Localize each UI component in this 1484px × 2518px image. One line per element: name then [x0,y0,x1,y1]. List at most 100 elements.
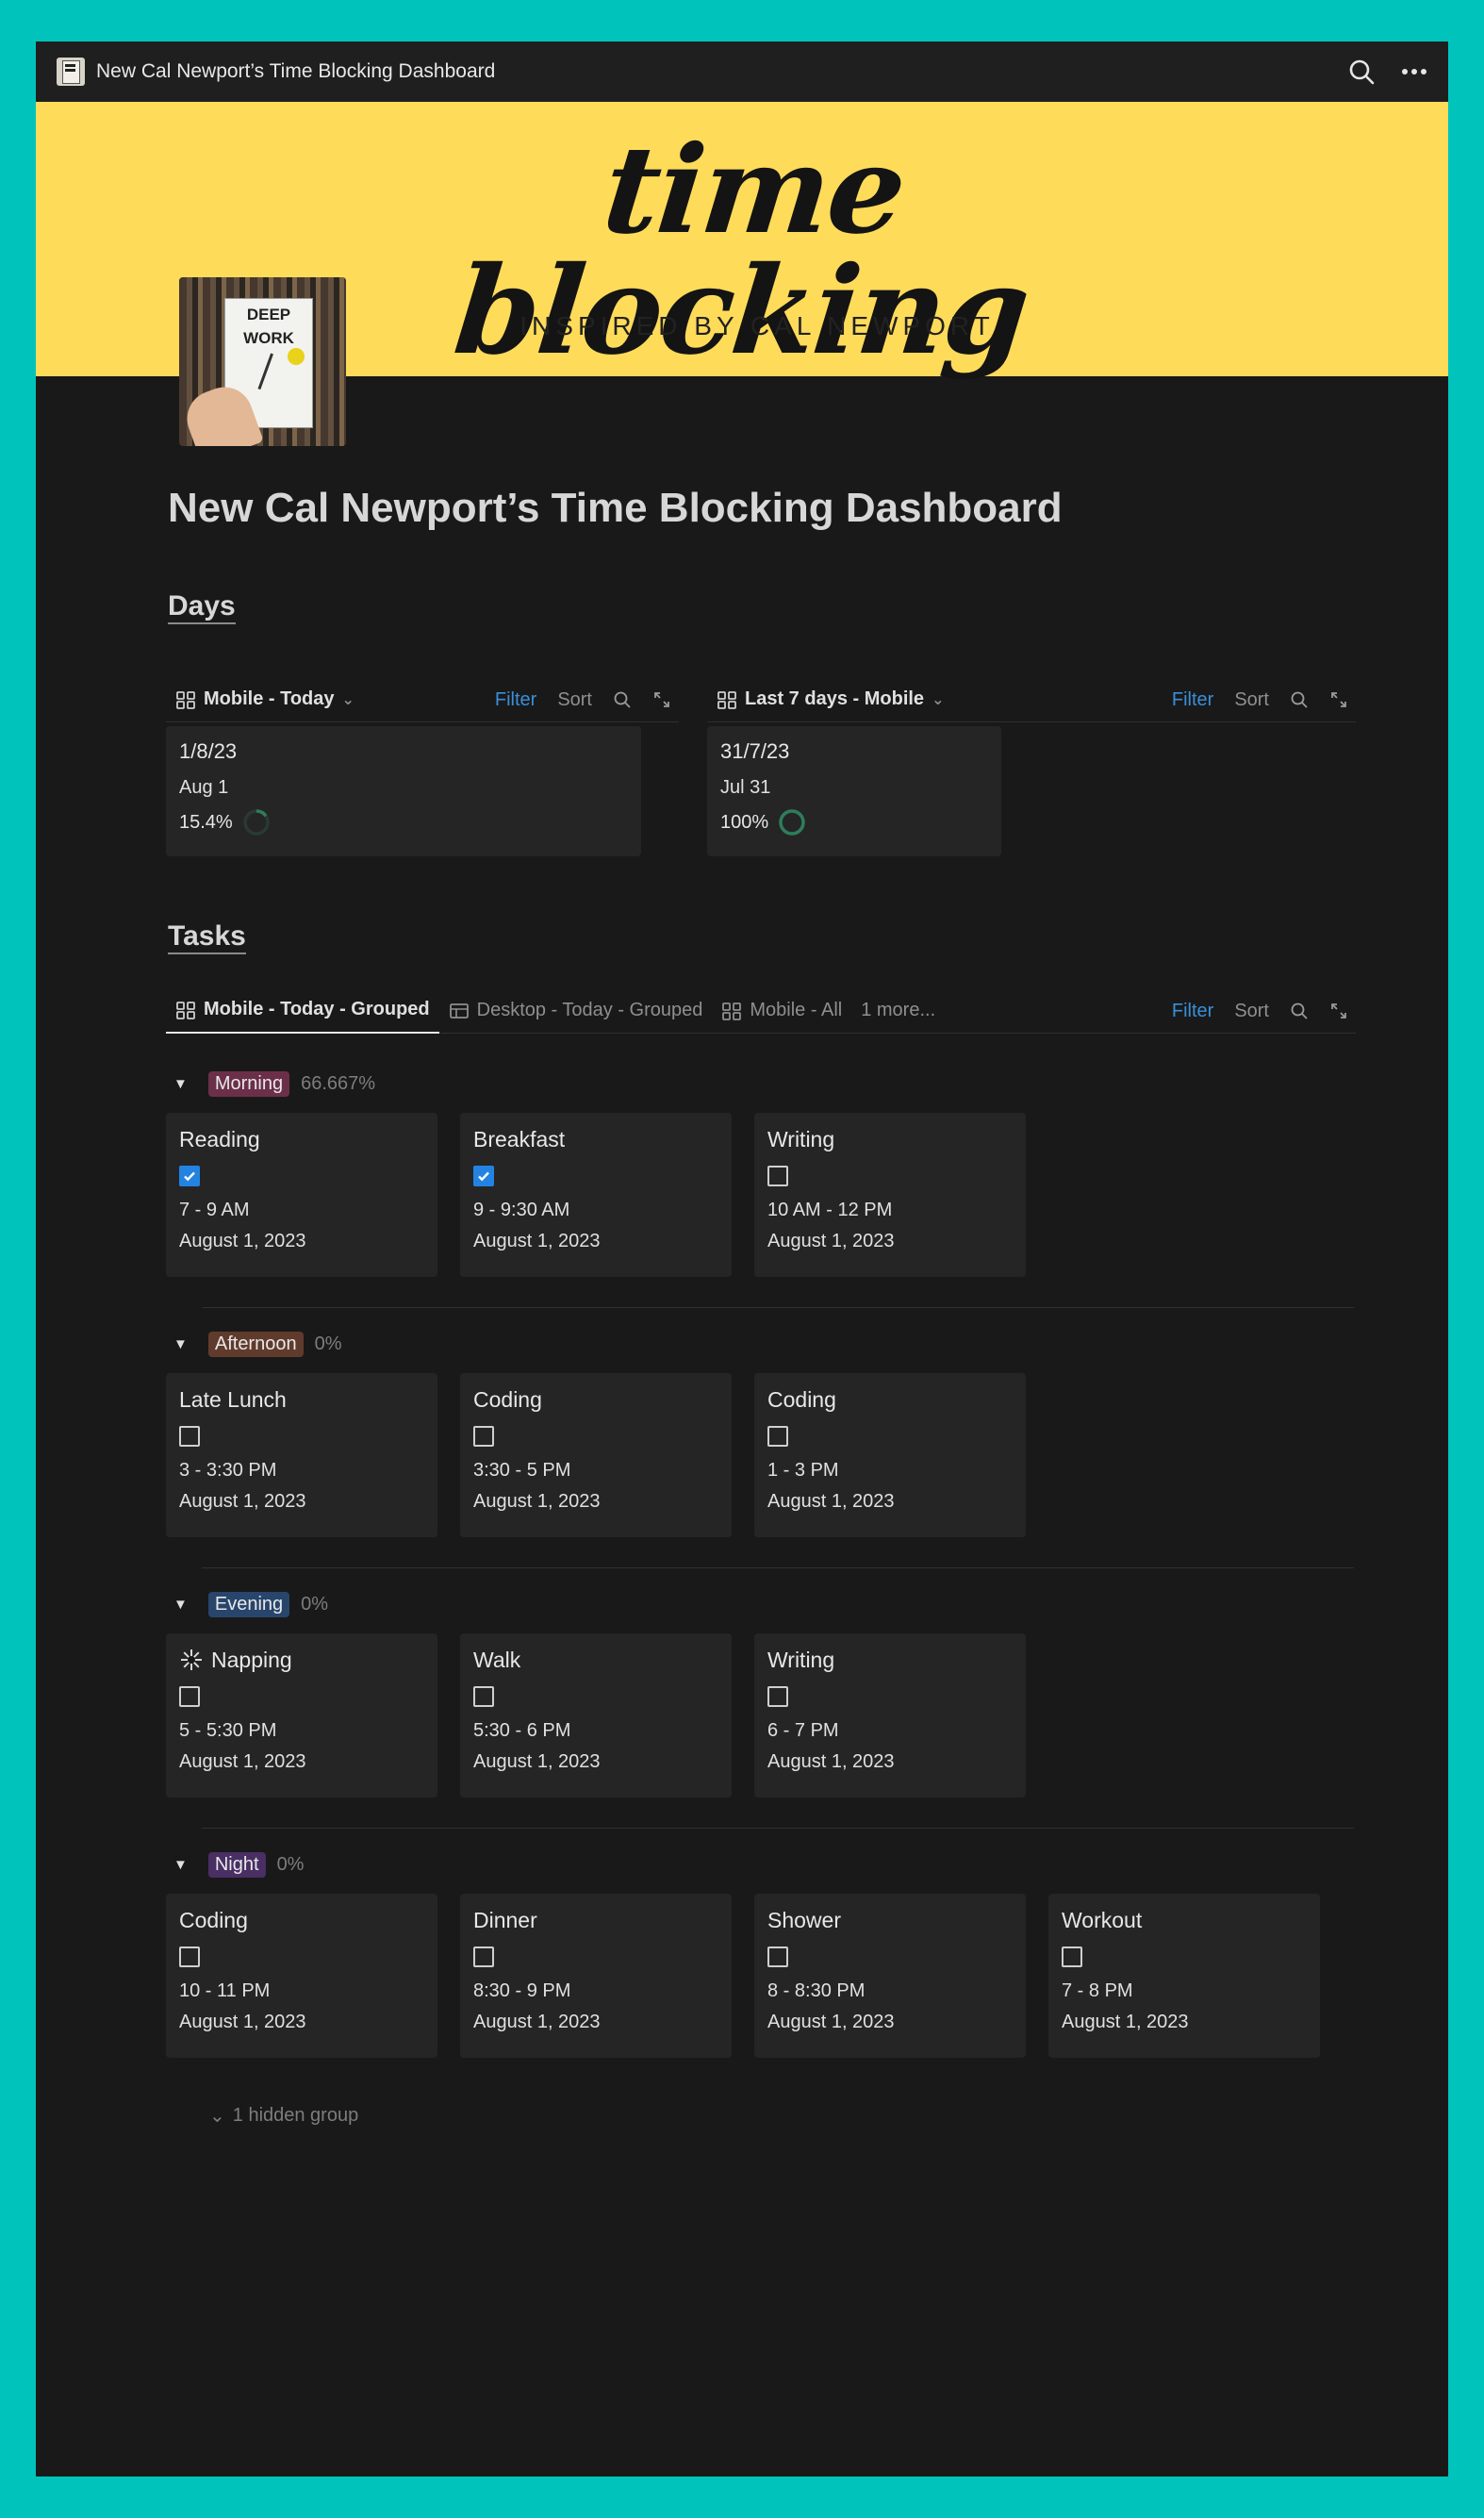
task-done-checkbox[interactable] [179,1946,200,1967]
task-done-checkbox[interactable] [473,1686,494,1707]
task-card[interactable]: Workout 7 - 8 PM August 1, 2023 [1048,1894,1320,2058]
task-card[interactable]: Coding 3:30 - 5 PM August 1, 2023 [460,1373,732,1537]
tab-mobile-today-grouped[interactable]: Mobile - Today - Grouped [166,988,439,1034]
gallery-icon [176,1001,195,1019]
search-icon[interactable] [1346,57,1377,87]
collapse-triangle-icon[interactable]: ▼ [173,1857,188,1873]
collapse-triangle-icon[interactable]: ▼ [173,1336,188,1352]
page-cover-image[interactable]: DEEP WORK [179,277,346,446]
task-title-text: Writing [767,1647,835,1672]
tab-mobile-all[interactable]: Mobile - All [712,988,851,1034]
task-card[interactable]: Late Lunch 3 - 3:30 PM August 1, 2023 [166,1373,437,1537]
expand-icon[interactable] [652,690,671,709]
task-done-checkbox[interactable] [473,1946,494,1967]
task-done-checkbox[interactable] [473,1426,494,1447]
tab-label: 1 more... [861,1000,936,1020]
more-options-icon[interactable] [1399,57,1429,87]
tab-desktop-today-grouped[interactable]: Desktop - Today - Grouped [439,988,713,1034]
hidden-group-toggle[interactable]: ⌄ 1 hidden group [209,2104,358,2128]
tab-more-views[interactable]: 1 more... [851,988,945,1034]
task-time: 1 - 3 PM [767,1460,839,1481]
table-icon [449,1002,469,1019]
group-tag: Evening [207,1592,290,1617]
task-title: Breakfast [473,1126,718,1152]
search-icon[interactable] [1290,1002,1309,1020]
task-done-checkbox[interactable] [179,1166,200,1186]
group-percent: 0% [314,1334,342,1354]
group-header-3[interactable]: ▼ Night 0% [173,1852,304,1878]
task-card[interactable]: Coding 1 - 3 PM August 1, 2023 [754,1373,1026,1537]
view-selector-mobile-today[interactable]: Mobile - Today ⌄ [166,677,364,722]
expand-icon[interactable] [1329,690,1348,709]
search-icon[interactable] [1290,690,1309,709]
task-card[interactable]: Writing 10 AM - 12 PM August 1, 2023 [754,1113,1026,1277]
task-date: August 1, 2023 [767,1491,895,1512]
collapse-triangle-icon[interactable]: ▼ [173,1597,188,1613]
sort-button[interactable]: Sort [557,689,592,711]
task-date: August 1, 2023 [473,1491,601,1512]
task-time: 8:30 - 9 PM [473,1980,571,2001]
group-header-1[interactable]: ▼ Afternoon 0% [173,1332,342,1357]
group-header-2[interactable]: ▼ Evening 0% [173,1592,328,1617]
task-title-text: Workout [1062,1907,1143,1932]
task-done-checkbox[interactable] [767,1686,788,1707]
task-card[interactable]: Writing 6 - 7 PM August 1, 2023 [754,1633,1026,1797]
task-card[interactable]: Reading 7 - 9 AM August 1, 2023 [166,1113,437,1277]
book-title-line1: DEEP [246,306,291,323]
group-percent: 0% [301,1594,329,1615]
task-title-text: Writing [767,1126,835,1151]
task-time: 5 - 5:30 PM [179,1720,277,1741]
window-title: New Cal Newport’s Time Blocking Dashboar… [96,60,496,82]
expand-icon[interactable] [1329,1002,1348,1020]
page-icon[interactable] [57,58,85,86]
chevron-down-icon: ⌄ [209,2106,225,2127]
days-heading[interactable]: Days [168,590,236,624]
day-card-progress: 100% [720,808,988,837]
task-time: 3 - 3:30 PM [179,1460,277,1481]
filter-button[interactable]: Filter [1172,1001,1213,1022]
tab-label: Desktop - Today - Grouped [476,1000,703,1020]
sort-button[interactable]: Sort [1234,689,1269,711]
group-divider [202,1828,1354,1829]
task-title: Coding [767,1386,1013,1413]
tab-label: Mobile - All [750,1000,843,1020]
task-done-checkbox[interactable] [473,1166,494,1186]
task-date: August 1, 2023 [473,2012,601,2032]
task-card[interactable]: Breakfast 9 - 9:30 AM August 1, 2023 [460,1113,732,1277]
task-card[interactable]: Dinner 8:30 - 9 PM August 1, 2023 [460,1894,732,2058]
task-done-checkbox[interactable] [767,1426,788,1447]
task-card[interactable]: Coding 10 - 11 PM August 1, 2023 [166,1894,437,2058]
task-done-checkbox[interactable] [767,1166,788,1186]
checkmark-icon [184,1171,195,1182]
task-card[interactable]: Shower 8 - 8:30 PM August 1, 2023 [754,1894,1026,2058]
task-title-text: Coding [767,1386,836,1412]
search-icon[interactable] [613,690,632,709]
view-label: Mobile - Today [204,688,335,709]
days-right-toolbar: Last 7 days - Mobile ⌄ Filter Sort [707,677,1356,722]
sort-button[interactable]: Sort [1234,1001,1269,1022]
group-header-0[interactable]: ▼ Morning 66.667% [173,1071,375,1097]
collapse-triangle-icon[interactable]: ▼ [173,1076,188,1092]
task-card[interactable]: Walk 5:30 - 6 PM August 1, 2023 [460,1633,732,1797]
task-title: Shower [767,1907,1013,1933]
task-done-checkbox[interactable] [179,1426,200,1447]
tasks-heading[interactable]: Tasks [168,920,246,954]
group-percent: 0% [276,1854,305,1875]
task-title-text: Coding [179,1907,248,1932]
task-time: 9 - 9:30 AM [473,1200,570,1220]
task-title-text: Late Lunch [179,1386,287,1412]
task-done-checkbox[interactable] [179,1686,200,1707]
view-selector-last-7-days[interactable]: Last 7 days - Mobile ⌄ [707,677,953,722]
sparkle-icon [181,1649,202,1670]
task-date: August 1, 2023 [767,2012,895,2032]
progress-percent: 100% [720,811,769,833]
task-card[interactable]: Napping 5 - 5:30 PM August 1, 2023 [166,1633,437,1797]
day-card-today[interactable]: 1/8/23 Aug 1 15.4% [166,726,641,856]
task-title: Coding [179,1907,424,1933]
filter-button[interactable]: Filter [1172,689,1213,711]
task-done-checkbox[interactable] [767,1946,788,1967]
day-card-date: Jul 31 [720,777,771,798]
filter-button[interactable]: Filter [495,689,536,711]
task-done-checkbox[interactable] [1062,1946,1082,1967]
day-card-last-7[interactable]: 31/7/23 Jul 31 100% [707,726,1001,856]
